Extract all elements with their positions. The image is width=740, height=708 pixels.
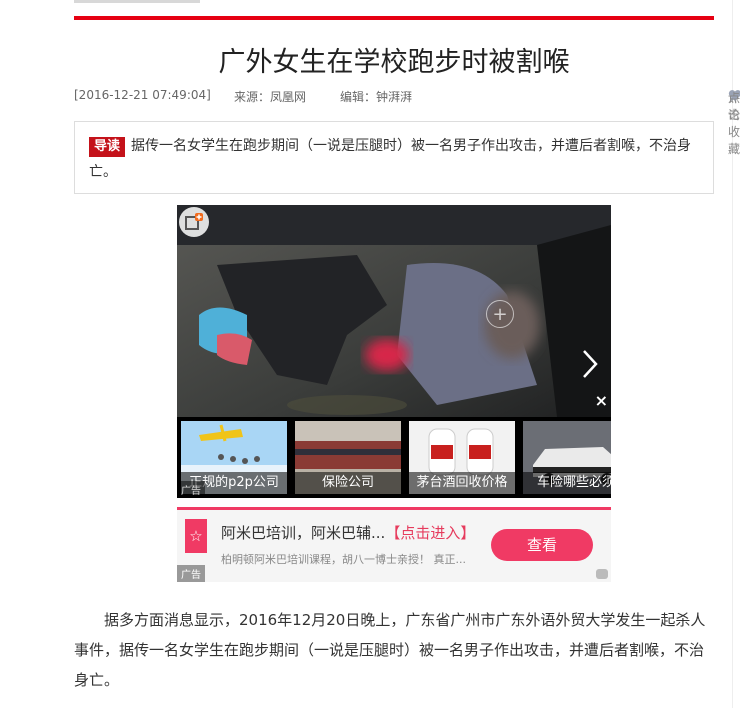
gallery-main-photo [177, 205, 611, 417]
lead-badge: 导读 [89, 137, 126, 157]
ad-tag: 广告 [177, 565, 205, 582]
lead-text-block: 导读 据传一名女学生在跑步期间（一说是压腿时）被一名男子作出攻击，并遭后者割喉，不… [89, 133, 695, 185]
lead-box: 导读 据传一名女学生在跑步期间（一说是压腿时）被一名男子作出攻击，并遭后者割喉，不… [74, 121, 714, 194]
related-ad-thumbnails: 正规的p2p公司 保险公司 茅台酒回收价格 车险哪些必须 广告 [177, 417, 611, 498]
ad-description: 柏明顿阿米巴培训课程，胡八一博士亲授！ 真正... [221, 553, 466, 566]
zoom-plus-icon[interactable]: + [486, 300, 514, 328]
thumb-item[interactable]: 茅台酒回收价格 [409, 421, 515, 494]
chevron-right-icon [583, 350, 598, 378]
ad-link[interactable]: 【点击进入】 [385, 524, 475, 542]
ad-view-button[interactable]: 查看 [491, 529, 593, 561]
thumb-caption: 车险哪些必须 [523, 472, 611, 494]
top-red-rule [74, 16, 714, 20]
add-to-collection-button[interactable] [179, 207, 209, 237]
ad-title-line[interactable]: 阿米巴培训，阿米巴辅...【点击进入】 [221, 522, 475, 543]
favorite-button[interactable]: 点击收藏 [728, 89, 740, 156]
thumb-caption: 茅台酒回收价格 [409, 472, 515, 494]
add-to-collection-icon [185, 213, 203, 230]
thumb-item[interactable]: 保险公司 [295, 421, 401, 494]
close-icon[interactable]: × [595, 391, 608, 410]
ad-title: 阿米巴培训，阿米巴辅... [221, 524, 386, 542]
article-meta: [2016-12-21 07:49:04] 来源：凤凰网 编辑：钟湃湃 评论 点… [74, 88, 740, 156]
article-title: 广外女生在学校跑步时被割喉 [218, 47, 570, 78]
sponsored-ad-banner[interactable]: ☆ 阿米巴培训，阿米巴辅...【点击进入】 柏明顿阿米巴培训课程，胡八一博士亲授… [177, 507, 611, 582]
thumb-caption: 保险公司 [295, 472, 401, 494]
gallery-ad-tag: 广告 [177, 481, 205, 498]
ad-top-border [177, 507, 611, 510]
photo-gallery[interactable]: + × 正规的p2p公司 保险公司 茅台酒回收价格 车险哪些必须 广告 [177, 205, 611, 498]
favorite-label: 点击收藏 [728, 91, 740, 156]
paw-icon [596, 569, 608, 579]
top-cut-bar [74, 0, 200, 3]
gallery-next-button[interactable] [571, 341, 609, 387]
article-timestamp: [2016-12-21 07:49:04] [74, 88, 211, 102]
thumb-item[interactable]: 车险哪些必须 [523, 421, 611, 494]
article-editor: 编辑：钟湃湃 [340, 90, 413, 104]
lead-text: 据传一名女学生在跑步期间（一说是压腿时）被一名男子作出攻击，并遭后者割喉，不治身… [89, 138, 692, 180]
article-source: 来源：凤凰网 [234, 90, 307, 104]
article-paragraph: 据多方面消息显示，2016年12月20日晚上，广东省广州市广东外语外贸大学发生一… [74, 611, 706, 689]
star-icon: ☆ [185, 519, 207, 553]
